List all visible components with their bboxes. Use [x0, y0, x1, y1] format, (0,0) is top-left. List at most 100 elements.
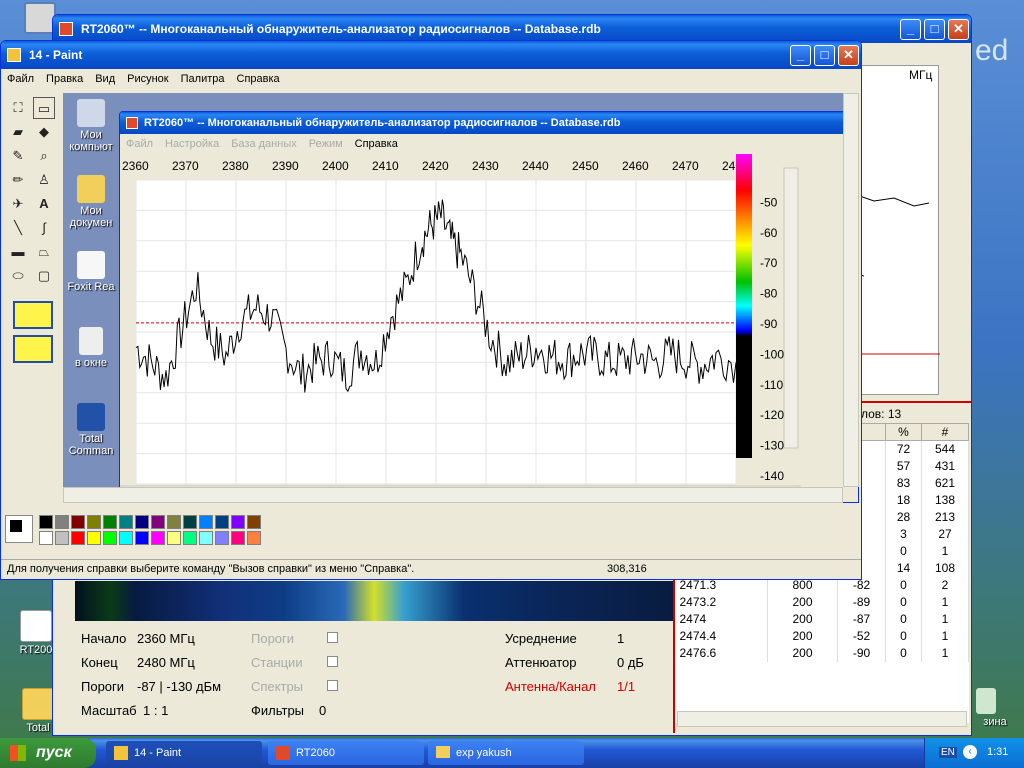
table-cell: 3: [885, 525, 922, 543]
maximize-button[interactable]: □: [924, 19, 945, 40]
palette-swatch[interactable]: [39, 531, 53, 545]
palette-swatch[interactable]: [103, 515, 117, 529]
palette-swatch[interactable]: [39, 515, 53, 529]
stations-checkbox[interactable]: [327, 656, 338, 667]
palette-swatch[interactable]: [87, 515, 101, 529]
document-icon: [20, 610, 52, 642]
table-cell: 0: [885, 542, 922, 560]
palette-swatch[interactable]: [247, 531, 261, 545]
palette-swatch[interactable]: [231, 531, 245, 545]
table-row[interactable]: 2473.2 200 -89 0 1: [675, 593, 969, 611]
palette-swatch[interactable]: [183, 515, 197, 529]
palette-swatch[interactable]: [151, 515, 165, 529]
palette-swatch[interactable]: [71, 531, 85, 545]
tray-expand-icon[interactable]: ‹: [963, 745, 977, 759]
start-button[interactable]: пуск: [0, 738, 96, 768]
porogi-checkbox[interactable]: [327, 632, 338, 643]
pencil-icon[interactable]: ✏: [7, 169, 29, 191]
picker-icon[interactable]: ✎: [7, 145, 29, 167]
palette-swatch[interactable]: [215, 515, 229, 529]
close-button[interactable]: ✕: [948, 19, 969, 40]
menu-file[interactable]: Файл: [1, 73, 40, 85]
antenna-label: Антенна/Канал: [505, 679, 596, 694]
palette-swatch[interactable]: [167, 531, 181, 545]
palette-swatch[interactable]: [55, 515, 69, 529]
table-row[interactable]: 2474.4 200 -52 0 1: [675, 627, 969, 645]
paint-vertical-scrollbar[interactable]: [843, 93, 859, 487]
ellipse-icon[interactable]: ⬭: [7, 265, 29, 287]
rounded-rect-icon[interactable]: ▢: [33, 265, 55, 287]
free-select-icon[interactable]: ⛶: [7, 97, 29, 119]
folder-icon: [22, 688, 54, 720]
paint-close-button[interactable]: ✕: [838, 45, 859, 66]
taskbar-item-rt2060[interactable]: RT2060: [268, 741, 424, 765]
paint-canvas-area[interactable]: Мои компьют Мои докумен Foxit Rea в окне…: [63, 93, 859, 503]
table-row[interactable]: 2474 200 -87 0 1: [675, 610, 969, 628]
palette-swatch[interactable]: [119, 531, 133, 545]
table-row[interactable]: 2476.6 200 -90 0 1: [675, 644, 969, 662]
airbrush-icon[interactable]: ✈: [7, 193, 29, 215]
palette-swatch[interactable]: [55, 531, 69, 545]
clock: 1:31: [987, 746, 1009, 758]
horizontal-scrollbar[interactable]: [677, 711, 967, 727]
palette-swatch[interactable]: [87, 531, 101, 545]
palette-swatch[interactable]: [199, 531, 213, 545]
table-cell: 1: [921, 542, 969, 560]
paint-maximize-button[interactable]: □: [814, 45, 835, 66]
taskbar-item-paint[interactable]: 14 - Paint: [106, 741, 262, 765]
palette-swatch[interactable]: [71, 515, 85, 529]
paint-minimize-button[interactable]: _: [790, 45, 811, 66]
fill-icon[interactable]: ◆: [33, 121, 55, 143]
polygon-icon[interactable]: ⏢: [33, 241, 55, 263]
minimize-button[interactable]: _: [900, 19, 921, 40]
paint-window[interactable]: 14 - Paint _ □ ✕ Файл Правка Вид Рисунок…: [0, 40, 862, 580]
col-header-count[interactable]: #: [921, 423, 969, 441]
filters-label: Фильтры: [251, 703, 305, 718]
x-tick-label: 2400: [322, 159, 349, 173]
tool-options-icon[interactable]: [13, 301, 53, 329]
menu-palette[interactable]: Палитра: [175, 73, 231, 85]
table-cell: 2474: [675, 610, 768, 628]
x-tick-label: 2410: [372, 159, 399, 173]
palette-swatch[interactable]: [119, 515, 133, 529]
palette-swatch[interactable]: [183, 531, 197, 545]
rectangle-icon[interactable]: ▬: [7, 241, 29, 263]
palette-swatch[interactable]: [135, 515, 149, 529]
palette-swatch[interactable]: [103, 531, 117, 545]
menu-help[interactable]: Справка: [231, 73, 286, 85]
palette-swatch[interactable]: [247, 515, 261, 529]
table-cell: -90: [837, 644, 886, 662]
language-indicator[interactable]: EN: [939, 747, 957, 758]
table-cell: 0: [885, 644, 922, 662]
brush-icon[interactable]: ♙: [33, 169, 55, 191]
rt2060-app-icon: [59, 22, 73, 36]
palette-swatch[interactable]: [135, 531, 149, 545]
palette-swatch[interactable]: [215, 531, 229, 545]
menu-image[interactable]: Рисунок: [121, 73, 175, 85]
menu-edit[interactable]: Правка: [40, 73, 89, 85]
curve-icon[interactable]: ∫: [33, 217, 55, 239]
color-palette: [5, 513, 305, 549]
table-cell: 621: [921, 474, 969, 492]
paint-horizontal-scrollbar[interactable]: [63, 487, 843, 503]
palette-swatch[interactable]: [231, 515, 245, 529]
rect-select-icon[interactable]: ▭: [33, 97, 55, 119]
start-label: Начало: [81, 631, 127, 646]
eraser-icon[interactable]: ▰: [7, 121, 29, 143]
computer-icon: [77, 99, 105, 127]
menu-view[interactable]: Вид: [89, 73, 121, 85]
line-icon[interactable]: ╲: [7, 217, 29, 239]
palette-swatch[interactable]: [151, 531, 165, 545]
magnifier-icon[interactable]: ⌕: [33, 145, 55, 167]
taskbar-item-explorer[interactable]: exp yakush: [428, 741, 584, 765]
text-icon[interactable]: A: [33, 193, 55, 215]
inner-menu-mode: Режим: [308, 138, 343, 150]
tool-options-icon-2[interactable]: [13, 335, 53, 363]
y-tick-label: -60: [760, 226, 778, 240]
palette-swatch[interactable]: [167, 515, 181, 529]
palette-swatch[interactable]: [199, 515, 213, 529]
spectra-checkbox[interactable]: [327, 680, 338, 691]
current-colors[interactable]: [5, 515, 33, 543]
recycle-bin-icon: [976, 688, 996, 714]
col-header-percent[interactable]: %: [885, 423, 922, 441]
